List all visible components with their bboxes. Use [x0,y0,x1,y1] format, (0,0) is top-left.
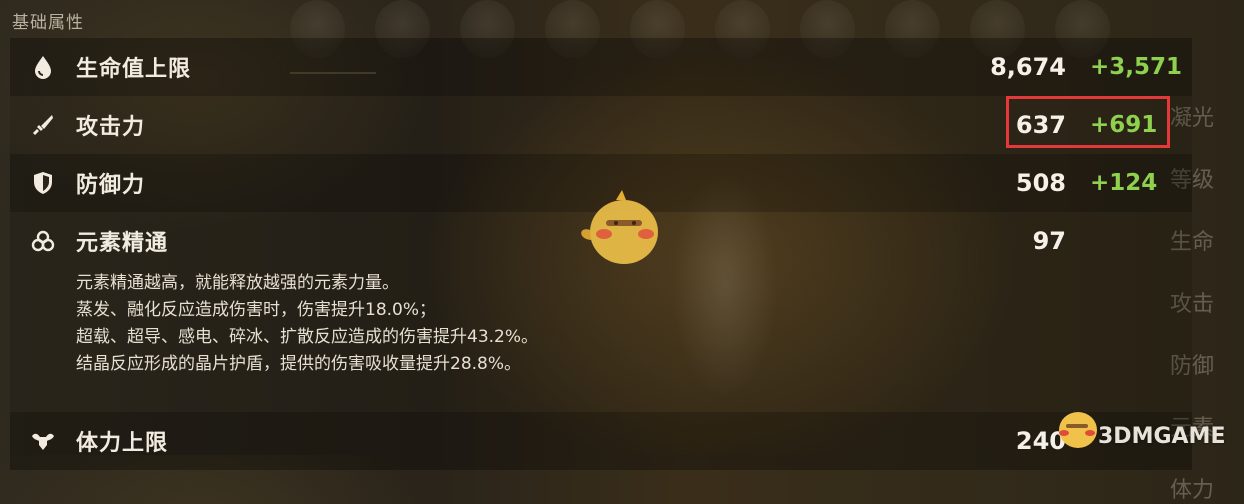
watermark-mascot-icon [1059,412,1097,448]
atk-highlight-box [1006,96,1170,148]
stat-label: 攻击力 [76,115,146,140]
stat-base-value: 97 [1032,227,1066,255]
water-drop-icon [30,54,56,80]
description-line: 蒸发、融化反应造成伤害时，伤害提升18.0%； [76,300,437,320]
stat-label: 元素精通 [76,231,169,256]
sword-icon [30,112,56,138]
description-line: 元素精通越高，就能释放越强的元素力量。 [76,273,399,293]
shield-icon [30,170,56,196]
stat-row-stamina: 体力上限 240 [10,412,1192,470]
stamina-icon [30,428,56,454]
side-text: 体力 [1170,478,1215,503]
stat-label: 生命值上限 [76,57,192,82]
stat-row-hp: 生命值上限 8,674 +3,571 [10,38,1192,96]
stat-label: 体力上限 [76,431,169,456]
stat-base-value: 508 [1015,169,1066,197]
description-line: 结晶反应形成的晶片护盾，提供的伤害吸收量提升28.8%。 [76,354,522,374]
description-line: 超载、超导、感电、碎冰、扩散反应造成的伤害提升43.2%。 [76,327,539,347]
mascot-bird-icon [581,190,658,264]
stat-bonus-value: +3,571 [1090,54,1183,80]
section-title: 基础属性 [12,13,84,33]
elemental-mastery-icon [30,228,56,254]
stat-label: 防御力 [76,173,146,198]
watermark-logo: 3DMGAME [1098,424,1226,449]
stat-bonus-value: +124 [1090,170,1158,196]
stat-base-value: 8,674 [990,53,1066,81]
elemental-mastery-description: 元素精通越高，就能释放越强的元素力量。 蒸发、融化反应造成伤害时，伤害提升18.… [76,270,538,378]
